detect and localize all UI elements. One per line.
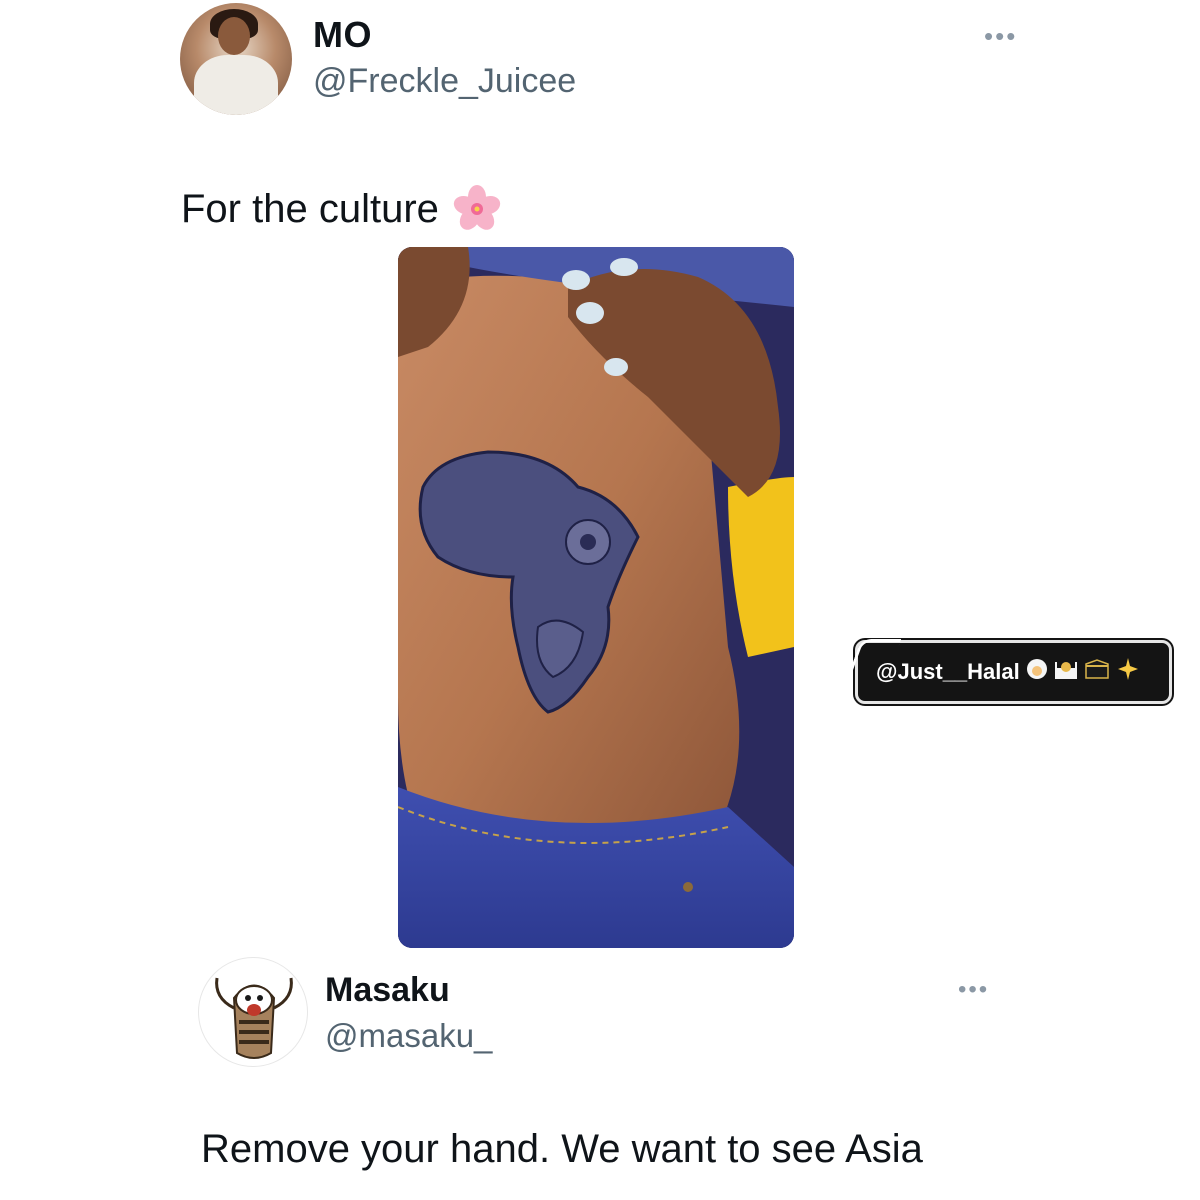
reply-more-options-icon[interactable]: ••• [958, 978, 989, 1002]
mosque-icon [1054, 658, 1078, 686]
tweet-text-row: For the culture [181, 183, 503, 235]
kaaba-icon [1084, 658, 1110, 686]
author-name[interactable]: MO [313, 14, 372, 56]
author-avatar[interactable] [180, 3, 292, 115]
reply-text: Remove your hand. We want to see Asia [201, 1127, 923, 1171]
author-handle[interactable]: @Freckle_Juicee [313, 62, 576, 101]
reply-author-name[interactable]: Masaku [325, 971, 450, 1010]
reply-avatar[interactable] [198, 957, 308, 1067]
reply-author-handle[interactable]: @masaku_ [325, 1017, 492, 1055]
screenshot-page: MO @Freckle_Juicee ••• For the culture @… [0, 0, 1200, 1200]
sparkle-icon [1116, 658, 1140, 686]
more-options-icon[interactable]: ••• [984, 23, 1017, 49]
cherry-blossom-icon [451, 183, 503, 235]
watermark-text: @Just__Halal [876, 659, 1020, 684]
woman-with-headscarf-icon [1026, 658, 1048, 686]
tweet-text: For the culture [181, 186, 439, 231]
watermark-badge: @Just__Halal [846, 639, 1172, 704]
tweet-photo[interactable] [398, 247, 794, 948]
